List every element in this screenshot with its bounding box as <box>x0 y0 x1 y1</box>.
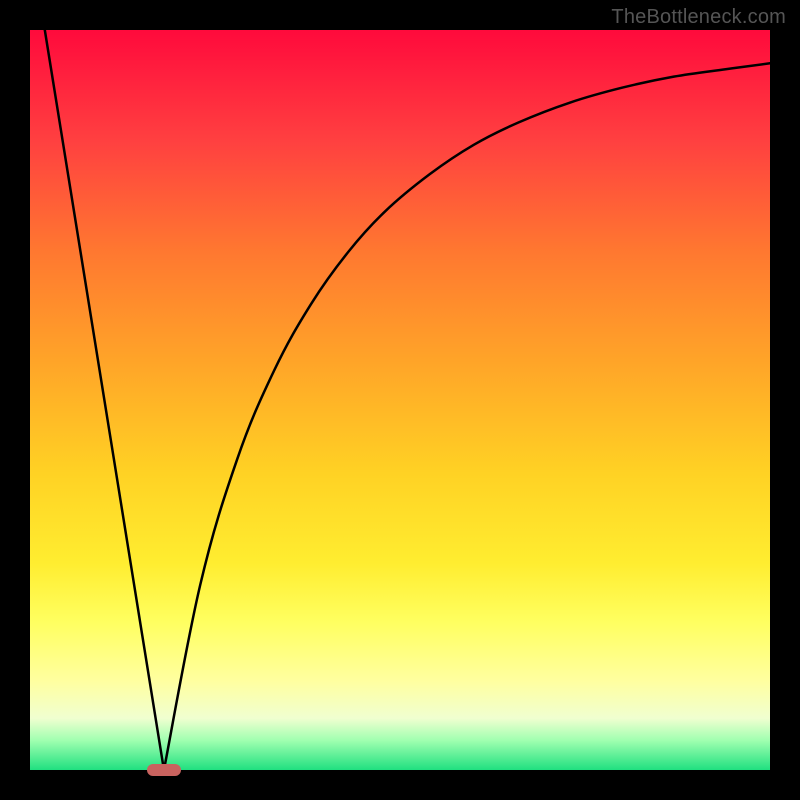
curve-layer <box>30 30 770 770</box>
watermark-text: TheBottleneck.com <box>611 6 786 29</box>
curve-left-branch <box>45 30 164 770</box>
plot-area <box>30 30 770 770</box>
chart-frame: TheBottleneck.com <box>0 0 800 800</box>
curve-right-branch <box>164 63 770 770</box>
minimum-marker <box>147 764 181 776</box>
